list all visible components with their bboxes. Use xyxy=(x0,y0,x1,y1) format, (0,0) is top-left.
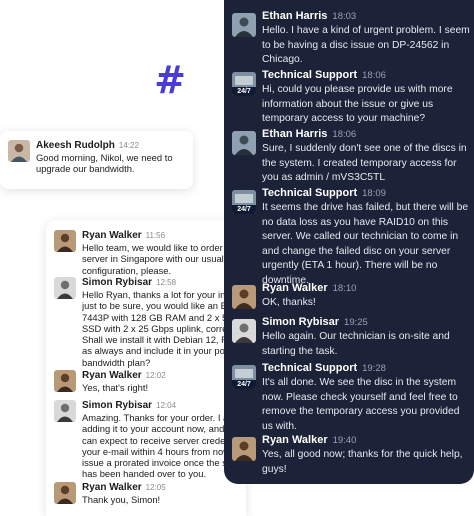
message-author[interactable]: Technical Support xyxy=(262,69,357,81)
message-time: 12:58 xyxy=(156,278,177,287)
support-avatar[interactable]: 24/7 xyxy=(232,72,256,96)
akeesh-time: 14:22 xyxy=(118,141,139,150)
message-text: Hello Ryan, thanks a lot for your inqu j… xyxy=(82,289,239,368)
ryan-avatar[interactable] xyxy=(54,230,76,252)
message-time: 12:02 xyxy=(145,371,166,380)
message-text: Hello again. Our technician is on-site a… xyxy=(262,331,450,357)
message-author[interactable]: Ethan Harris xyxy=(262,128,327,140)
akeesh-name[interactable]: Akeesh Rudolph xyxy=(36,140,115,151)
ryan-avatar[interactable] xyxy=(54,482,76,504)
message-author[interactable]: Ryan Walker xyxy=(262,282,328,294)
message-text: It seems the drive has failed, but there… xyxy=(262,202,469,286)
message-time: 12:04 xyxy=(156,401,177,410)
message-author[interactable]: Ryan Walker xyxy=(262,434,328,446)
message-author[interactable]: Simon Rybisar xyxy=(82,400,152,411)
simon-avatar[interactable] xyxy=(232,319,256,343)
message-time: 18:06 xyxy=(362,70,386,81)
message-text: It's all done. We see the disc in the sy… xyxy=(262,377,460,432)
support-avatar[interactable]: 24/7 xyxy=(232,190,256,214)
message-text: Hello team, we would like to order o ser… xyxy=(82,242,231,276)
ethan-avatar[interactable] xyxy=(232,13,256,37)
support-chat-panel: Ethan Harris 18:03 Hello. I have a kind of… xyxy=(224,0,474,484)
simon-avatar[interactable] xyxy=(54,400,76,422)
message-time: 11:56 xyxy=(145,231,166,240)
akeesh-message-card: Akeesh Rudolph 14:22 Good morning, Nikol,… xyxy=(0,131,193,189)
support-badge: 24/7 xyxy=(232,87,256,96)
message-author[interactable]: Simon Rybisar xyxy=(82,277,152,288)
message-time: 18:03 xyxy=(332,11,357,22)
message-time: 19:28 xyxy=(362,363,386,374)
support-badge: 24/7 xyxy=(232,380,256,389)
message-text: OK, thanks! xyxy=(262,297,316,308)
message-text: Sure, I suddenly don't see one of the di… xyxy=(262,143,467,183)
message-time: 18:10 xyxy=(332,283,357,294)
simon-avatar[interactable] xyxy=(54,277,76,299)
message-text: Hi, could you please provide us with mor… xyxy=(262,84,453,124)
left-chat-card: Ryan Walker 11:56 Hello team, we would lik… xyxy=(46,220,246,516)
message-author[interactable]: Technical Support xyxy=(262,362,357,374)
message-author[interactable]: Ryan Walker xyxy=(82,370,142,381)
hash-icon: # xyxy=(154,58,186,102)
message-time: 19:25 xyxy=(344,317,368,328)
akeesh-avatar[interactable] xyxy=(8,140,30,162)
support-badge: 24/7 xyxy=(232,205,256,214)
message-author[interactable]: Ryan Walker xyxy=(82,230,142,241)
message-text: Yes, that's right! xyxy=(82,382,149,393)
message-author[interactable]: Technical Support xyxy=(262,187,357,199)
message-time: 12:05 xyxy=(145,483,166,492)
support-avatar[interactable]: 24/7 xyxy=(232,365,256,389)
message-text: Amazing. Thanks for your order. I am add… xyxy=(82,412,237,480)
message-author[interactable]: Ryan Walker xyxy=(82,482,142,493)
message-time: 18:06 xyxy=(332,129,357,140)
akeesh-text: Good morning, Nikol, we need to upgrade … xyxy=(36,152,173,175)
ryan-avatar[interactable] xyxy=(54,370,76,392)
ryan-avatar[interactable] xyxy=(232,437,256,461)
message-text: Hello. I have a kind of urgent problem. … xyxy=(262,25,470,65)
message-time: 18:09 xyxy=(362,188,386,199)
message-author[interactable]: Ethan Harris xyxy=(262,10,327,22)
message-text: Thank you, Simon! xyxy=(82,494,161,505)
message-text: Yes, all good now; thanks for the quick … xyxy=(262,449,463,475)
ryan-avatar[interactable] xyxy=(232,285,256,309)
message-author[interactable]: Simon Rybisar xyxy=(262,316,339,328)
message-time: 19:40 xyxy=(332,435,357,446)
ethan-avatar[interactable] xyxy=(232,131,256,155)
